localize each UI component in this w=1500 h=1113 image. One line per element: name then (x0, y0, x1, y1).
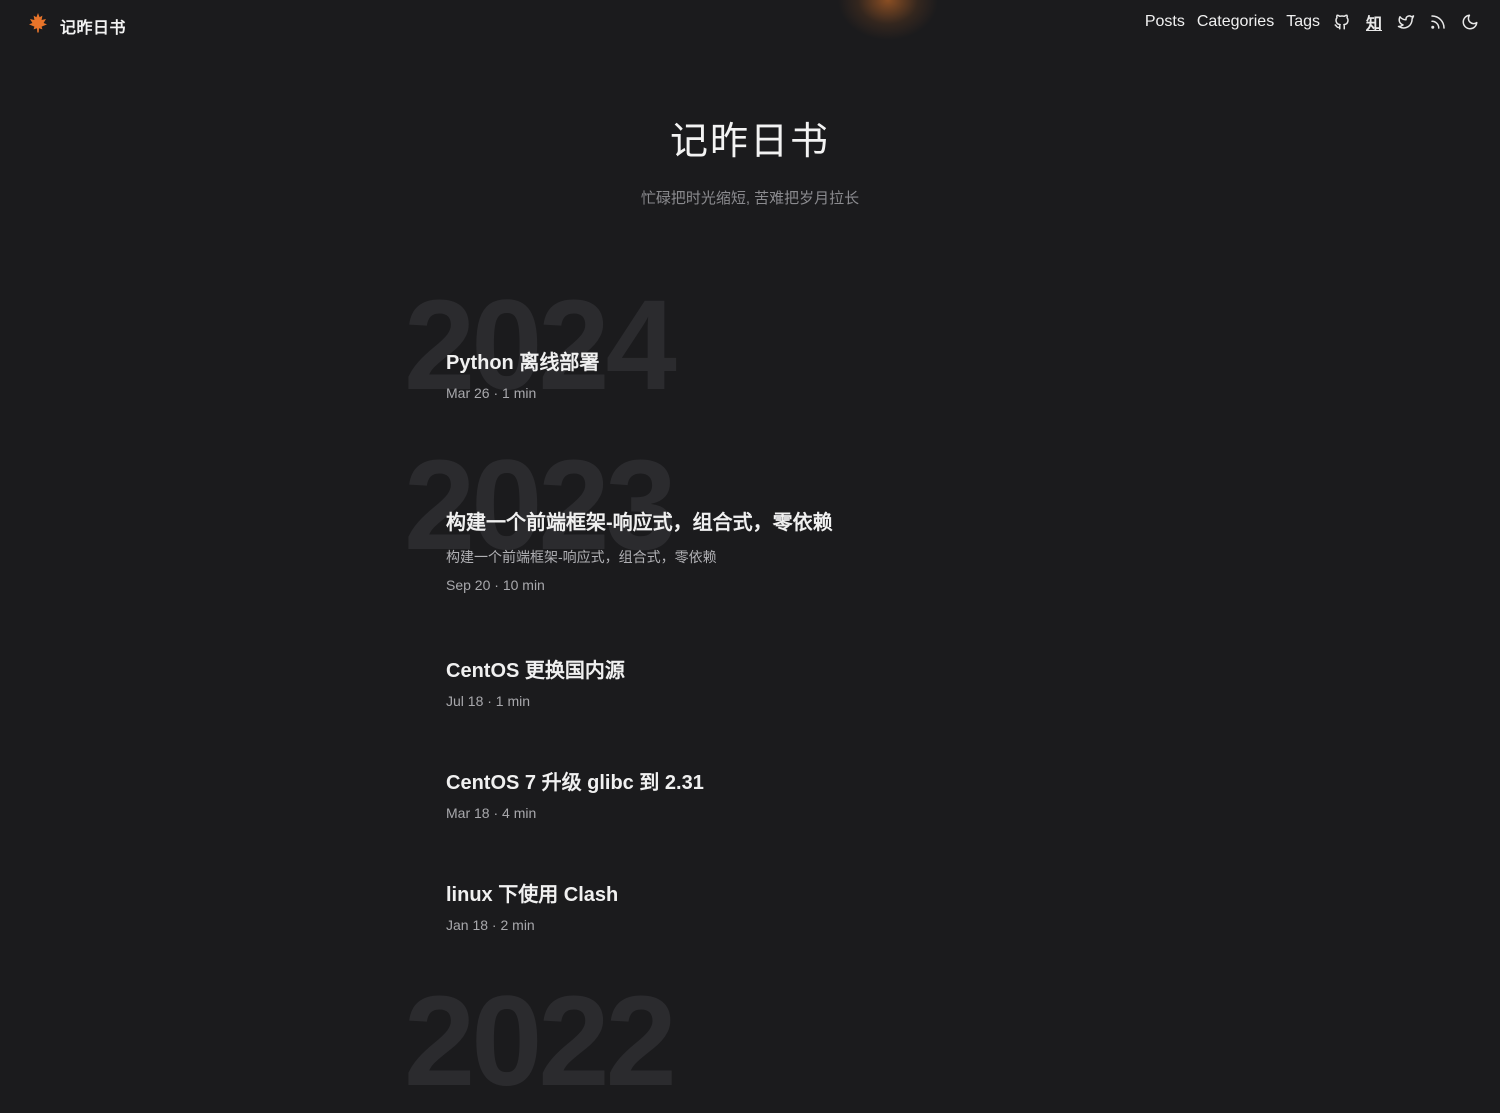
top-nav: 记昨日书 Posts Categories Tags 知 (0, 0, 1500, 50)
github-icon[interactable] (1332, 12, 1352, 32)
page-title: 记昨日书 (669, 121, 830, 163)
nav-link-categories[interactable]: Categories (1197, 13, 1274, 31)
post-description: 构建一个前端框架-响应式，组合式，零依赖 (446, 549, 717, 565)
twitter-icon[interactable] (1396, 12, 1416, 32)
zhihu-icon[interactable]: 知 (1364, 12, 1384, 33)
post-title-link[interactable]: Python 离线部署 (446, 346, 599, 375)
rss-icon[interactable] (1428, 12, 1448, 32)
post-meta: Jan 18 · 2 min (446, 917, 535, 933)
post-item: Python 离线部署 Mar 26 · 1 min (446, 346, 599, 401)
post-item: CentOS 7 升级 glibc 到 2.31 Mar 18 · 4 min (446, 766, 704, 821)
page-subtitle: 忙碌把时光缩短, 苦难把岁月拉长 (640, 190, 860, 207)
maple-leaf-logo-icon (26, 11, 50, 40)
moon-icon[interactable] (1460, 12, 1480, 32)
post-title-link[interactable]: CentOS 更换国内源 (446, 654, 625, 683)
post-meta: Mar 18 · 4 min (446, 805, 537, 821)
brand-name: 记昨日书 (60, 19, 127, 37)
nav-menu: Posts Categories Tags 知 (1145, 12, 1480, 33)
post-item: CentOS 更换国内源 Jul 18 · 1 min (446, 654, 625, 709)
year-heading-2022: 2022 (404, 970, 677, 1113)
post-meta: Jul 18 · 1 min (446, 693, 531, 709)
hero: 记昨日书 忙碌把时光缩短, 苦难把岁月拉长 (0, 110, 1500, 208)
brand-link[interactable]: 记昨日书 (26, 11, 126, 40)
post-title-link[interactable]: linux 下使用 Clash (446, 878, 618, 907)
post-meta: Mar 26 · 1 min (446, 385, 537, 401)
post-item: 构建一个前端框架-响应式，组合式，零依赖 构建一个前端框架-响应式，组合式，零依… (446, 506, 833, 593)
nav-link-tags[interactable]: Tags (1286, 13, 1320, 31)
post-meta: Sep 20 · 10 min (446, 577, 545, 593)
nav-link-posts[interactable]: Posts (1145, 13, 1185, 31)
post-title-link[interactable]: CentOS 7 升级 glibc 到 2.31 (446, 766, 704, 795)
post-item: linux 下使用 Clash Jan 18 · 2 min (446, 878, 618, 933)
post-title-link[interactable]: 构建一个前端框架-响应式，组合式，零依赖 (446, 506, 833, 535)
